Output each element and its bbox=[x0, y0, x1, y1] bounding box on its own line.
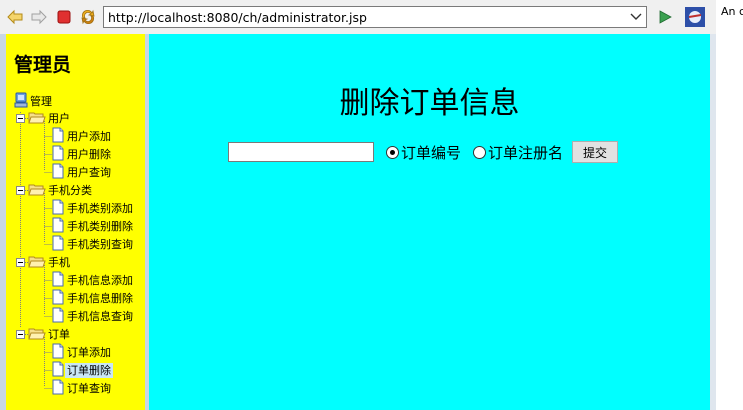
tree-root-label: 管理 bbox=[30, 95, 52, 108]
tree-item-label: 手机信息查询 bbox=[67, 310, 133, 323]
tree-item[interactable]: 订单添加 bbox=[51, 343, 113, 362]
main-content: 删除订单信息 订单编号 订单注册名 提交 bbox=[149, 34, 710, 410]
document-icon bbox=[51, 235, 65, 254]
tree-item[interactable]: 手机信息添加 bbox=[51, 271, 135, 290]
tree-item[interactable]: 用户查询 bbox=[51, 163, 113, 182]
back-arrow-icon[interactable] bbox=[6, 8, 24, 26]
tree-item-label: 用户添加 bbox=[67, 130, 111, 143]
page-title: 删除订单信息 bbox=[339, 86, 520, 121]
document-icon bbox=[51, 127, 65, 146]
folder-open-icon bbox=[28, 327, 46, 343]
refresh-icon[interactable] bbox=[79, 8, 97, 26]
tree-item-label: 手机信息删除 bbox=[67, 292, 133, 305]
folder-open-icon bbox=[28, 183, 46, 199]
tree-group-label: 手机 bbox=[48, 256, 70, 269]
radio-order-number[interactable] bbox=[386, 145, 399, 159]
collapse-icon[interactable] bbox=[16, 186, 25, 195]
address-url[interactable]: http://localhost:8080/ch/administrator.j… bbox=[108, 10, 367, 25]
document-icon bbox=[51, 199, 65, 218]
collapse-icon[interactable] bbox=[16, 258, 25, 267]
document-icon bbox=[51, 361, 65, 380]
delete-order-form: 订单编号 订单注册名 提交 bbox=[228, 140, 619, 164]
tree-item[interactable]: 订单查询 bbox=[51, 379, 113, 398]
radio-order-number-label: 订单编号 bbox=[401, 143, 462, 162]
tree-item[interactable]: 手机信息删除 bbox=[51, 289, 135, 308]
tree-group-label: 手机分类 bbox=[48, 184, 92, 197]
address-bar[interactable]: http://localhost:8080/ch/administrator.j… bbox=[103, 6, 647, 28]
radio-order-username-label: 订单注册名 bbox=[488, 143, 564, 162]
tree-group-orders[interactable]: 订单 bbox=[16, 326, 72, 343]
document-icon bbox=[51, 379, 65, 398]
tree-group-phone[interactable]: 手机 bbox=[16, 254, 72, 271]
document-icon bbox=[51, 271, 65, 290]
document-icon bbox=[51, 217, 65, 236]
document-icon bbox=[51, 145, 65, 164]
submit-button[interactable]: 提交 bbox=[572, 141, 619, 163]
stop-icon[interactable] bbox=[55, 8, 73, 26]
browser-globe-icon[interactable] bbox=[685, 7, 705, 27]
tree-group-label: 订单 bbox=[48, 328, 70, 341]
side-text: An c bbox=[721, 5, 743, 18]
go-play-icon[interactable] bbox=[656, 8, 674, 26]
tree-item-label: 手机信息添加 bbox=[67, 274, 133, 287]
tree-item-label: 手机类别添加 bbox=[67, 202, 133, 215]
tree-item-label: 订单查询 bbox=[67, 382, 111, 395]
tree-item[interactable]: 手机类别添加 bbox=[51, 199, 135, 218]
chevron-down-icon[interactable] bbox=[628, 9, 644, 25]
frame-scroll-edge bbox=[710, 34, 716, 410]
sidebar-title: 管理员 bbox=[14, 54, 72, 76]
tree-item[interactable]: 手机类别删除 bbox=[51, 217, 135, 236]
tree-item[interactable]: 手机信息查询 bbox=[51, 307, 135, 326]
tree-item-label: 用户查询 bbox=[67, 166, 111, 179]
document-icon bbox=[51, 307, 65, 326]
tree-item-label: 用户删除 bbox=[67, 148, 111, 161]
document-icon bbox=[51, 343, 65, 362]
tree-group-label: 用户 bbox=[48, 112, 70, 125]
computer-icon bbox=[14, 92, 28, 111]
collapse-icon[interactable] bbox=[16, 114, 25, 123]
tree-item-label: 手机类别删除 bbox=[67, 220, 133, 233]
tree-group-phone-category[interactable]: 手机分类 bbox=[16, 182, 94, 199]
collapse-icon[interactable] bbox=[16, 330, 25, 339]
browser-toolbar: http://localhost:8080/ch/administrator.j… bbox=[0, 0, 716, 34]
tree-item[interactable]: 手机类别查询 bbox=[51, 235, 135, 254]
tree-item-label: 订单删除 bbox=[65, 363, 113, 378]
forward-arrow-icon[interactable] bbox=[30, 8, 48, 26]
document-icon bbox=[51, 163, 65, 182]
folder-open-icon bbox=[28, 255, 46, 271]
document-icon bbox=[51, 289, 65, 308]
tree-item[interactable]: 用户添加 bbox=[51, 127, 113, 146]
tree-group-users[interactable]: 用户 bbox=[16, 110, 72, 127]
tree-item-label: 手机类别查询 bbox=[67, 238, 133, 251]
tree-item-selected[interactable]: 订单删除 bbox=[51, 361, 113, 380]
tree-item[interactable]: 用户删除 bbox=[51, 145, 113, 164]
radio-order-username[interactable] bbox=[473, 145, 487, 159]
tree-item-label: 订单添加 bbox=[67, 346, 111, 359]
sidebar: 管理员 管理 用户 用户添加 用户删除 用户查询 手机分类 手机类别添加 手机类… bbox=[6, 34, 145, 410]
tree-root[interactable]: 管理 bbox=[14, 92, 54, 111]
frameset: 管理员 管理 用户 用户添加 用户删除 用户查询 手机分类 手机类别添加 手机类… bbox=[0, 34, 710, 410]
folder-open-icon bbox=[28, 111, 46, 127]
order-search-input[interactable] bbox=[228, 142, 374, 162]
